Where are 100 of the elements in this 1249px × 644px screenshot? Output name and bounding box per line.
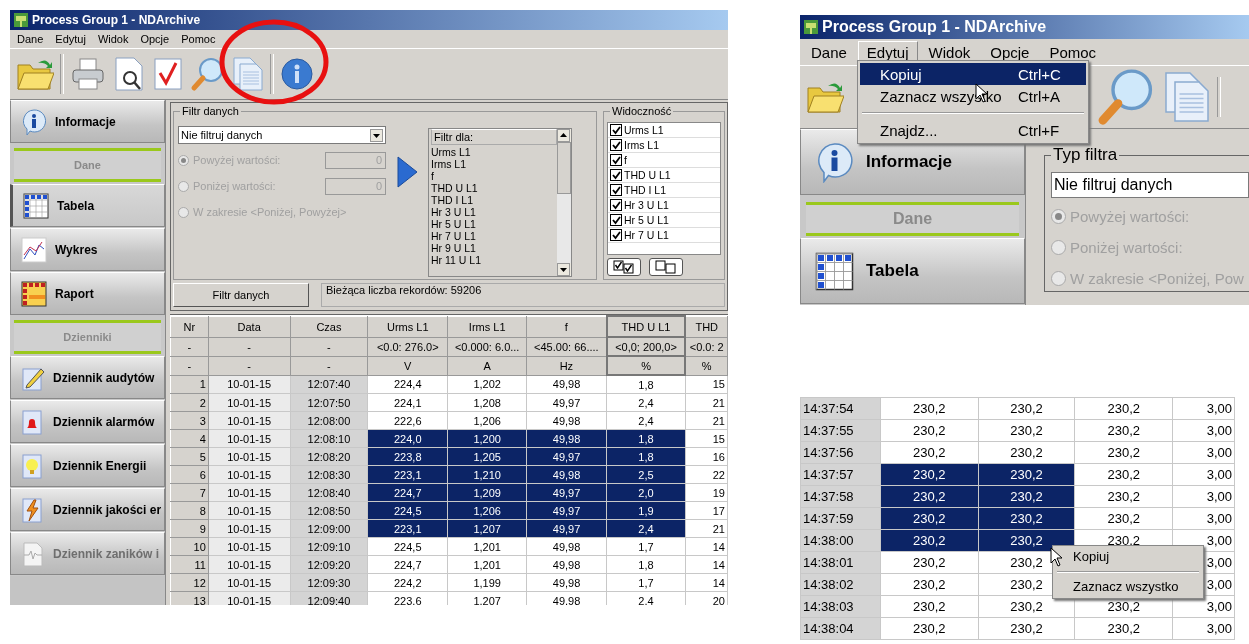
table-cell: 14:38:04 — [800, 617, 881, 640]
column-header[interactable]: f — [526, 316, 607, 337]
checkbox-label: THD U L1 — [624, 169, 671, 181]
grid-table-icon — [815, 251, 854, 291]
checkbox[interactable] — [610, 154, 622, 166]
check-all-button[interactable] — [607, 258, 641, 276]
table-cell: 14:38:00 — [800, 529, 881, 552]
list-item[interactable]: Hr 11 U L1 — [431, 254, 557, 266]
lightning-document-icon — [21, 496, 45, 523]
group-title: Filtr danych — [180, 105, 241, 117]
checkbox[interactable] — [610, 124, 622, 136]
radio-button[interactable] — [1051, 209, 1066, 224]
column-header[interactable]: Data — [208, 316, 291, 337]
sidebar-item[interactable]: Tabela — [10, 184, 165, 227]
sidebar-item[interactable]: Dziennik Energii — [10, 444, 165, 487]
report-grid-icon — [21, 280, 47, 307]
sidebar-item[interactable]: Dziennik alarmów — [10, 400, 165, 443]
scroll-up-icon — [557, 129, 570, 142]
sidebar-item[interactable]: Informacje — [10, 100, 165, 143]
section-header: Dane — [892, 210, 933, 228]
list-item[interactable]: Hr 3 U L1 — [431, 206, 557, 218]
menu-item[interactable]: Opcje — [981, 40, 1039, 64]
filter-button[interactable]: Filtr danych — [173, 283, 309, 307]
menu-item[interactable]: Opcje — [135, 32, 175, 46]
page-magnifier-icon[interactable] — [112, 56, 146, 92]
checkmark-page-icon[interactable] — [152, 57, 184, 91]
radio-button[interactable] — [1051, 240, 1066, 255]
table-cell: 230,2 — [880, 397, 979, 420]
menu-item[interactable]: Dane — [802, 40, 856, 64]
checkbox[interactable] — [610, 214, 622, 226]
uncheck-all-button[interactable] — [649, 258, 683, 276]
table-cell: 14:38:03 — [800, 595, 881, 618]
menu-item[interactable]: Pomoc — [1040, 40, 1106, 64]
menu-item[interactable]: Pomoc — [176, 32, 221, 46]
printer-icon[interactable] — [70, 57, 106, 91]
list-item[interactable]: Urms L1 — [431, 146, 557, 158]
menu-item[interactable]: Kopiuj Ctrl+C — [860, 63, 1086, 85]
section-header: Dane — [74, 159, 101, 171]
column-header[interactable]: THD — [685, 316, 728, 337]
table-cell: 14:37:54 — [800, 397, 881, 420]
window-title: Process Group 1 - NDArchive — [32, 13, 201, 27]
list-item[interactable]: THD I L1 — [431, 194, 557, 206]
menu-item[interactable]: Edytuj — [50, 32, 91, 46]
checkbox[interactable] — [610, 184, 622, 196]
radio-button[interactable] — [1051, 271, 1066, 286]
window-title: Process Group 1 - NDArchive — [822, 18, 1047, 36]
filter-dropdown[interactable]: Nie filtruj danych — [1051, 172, 1249, 198]
list-item[interactable]: Hr 5 U L1 — [431, 218, 557, 230]
filter-dropdown[interactable]: Nie filtruj danych — [178, 126, 386, 144]
folder-icon[interactable] — [16, 57, 54, 91]
app-logo-icon — [14, 13, 28, 27]
record-count: Bieżąca liczba rekordów: 59206 — [321, 283, 725, 307]
list-header: Filtr dla: — [431, 129, 557, 145]
grid-table-icon — [23, 192, 49, 219]
column-header[interactable]: Nr — [170, 316, 209, 337]
table-cell: 14:37:58 — [800, 485, 881, 508]
documents-icon — [1163, 70, 1212, 124]
column-header[interactable]: THD U L1 — [606, 316, 686, 337]
table-cell: 14:37:57 — [800, 463, 881, 486]
sidebar-item[interactable]: Dziennik jakości er — [10, 488, 165, 531]
sidebar-item[interactable]: Raport — [10, 272, 165, 315]
sidebar-item[interactable]: Wykres — [10, 228, 165, 271]
column-header[interactable]: Urms L1 — [367, 316, 448, 337]
info-icon — [21, 107, 47, 136]
table-cell: 14:37:59 — [800, 507, 881, 530]
menu-item[interactable]: Widok — [92, 32, 134, 46]
checkbox-label: THD I L1 — [624, 184, 666, 196]
column-header[interactable]: Czas — [290, 316, 368, 337]
checkbox-label: f — [624, 154, 627, 166]
checkbox-label: Urms L1 — [624, 124, 664, 136]
list-item[interactable]: Hr 7 U L1 — [431, 230, 557, 242]
checkbox[interactable] — [610, 169, 622, 181]
list-item[interactable]: Hr 9 U L1 — [431, 242, 557, 254]
table-cell: 230,2 — [978, 397, 1075, 420]
app-logo-icon — [804, 20, 818, 34]
documents-icon[interactable] — [232, 56, 264, 92]
line-chart-icon — [21, 236, 47, 263]
sidebar-item[interactable]: Dziennik audytów — [10, 356, 165, 399]
checkbox-label: Irms L1 — [624, 139, 659, 151]
sidebar-item[interactable]: Tabela — [800, 238, 1025, 304]
list-item[interactable]: f — [431, 170, 557, 182]
column-header[interactable]: Irms L1 — [447, 316, 527, 337]
table-cell: 3,00 — [1172, 397, 1235, 420]
list-item[interactable]: THD U L1 — [431, 182, 557, 194]
info-icon — [815, 140, 854, 183]
menu-item[interactable]: Dane — [12, 32, 49, 46]
menu-item[interactable]: Widok — [919, 40, 980, 64]
checkbox[interactable] — [610, 199, 622, 211]
table-cell: 14:37:56 — [800, 441, 881, 464]
waveform-document-icon — [21, 540, 45, 567]
list-item[interactable]: Irms L1 — [431, 158, 557, 170]
checkbox[interactable] — [610, 229, 622, 241]
folder-icon — [806, 80, 844, 114]
mouse-pointer-icon — [1050, 547, 1064, 567]
light-bulb-document-icon — [21, 452, 45, 479]
info-icon[interactable] — [280, 57, 314, 91]
checkbox[interactable] — [610, 139, 622, 151]
checkbox-label: Hr 5 U L1 — [624, 214, 669, 226]
section-header: Dzienniki — [63, 331, 112, 343]
scrollbar[interactable] — [557, 129, 571, 276]
